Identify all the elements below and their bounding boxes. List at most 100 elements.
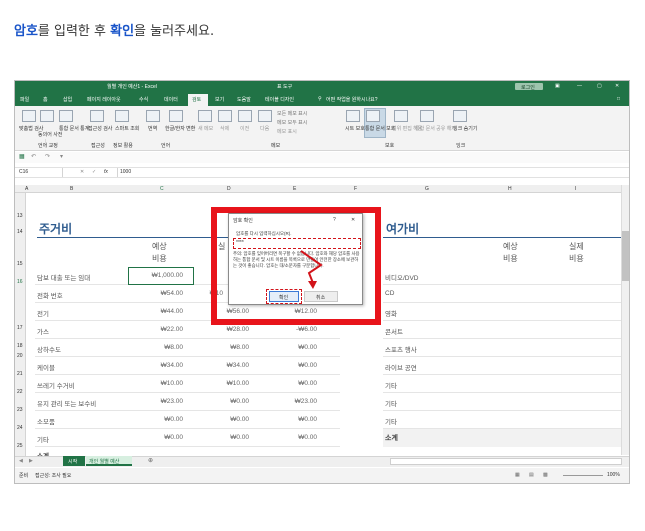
col-header-f[interactable]: F [354, 186, 357, 192]
table-row[interactable]: 쓰레기 수거비 ₩10.00 ₩10.00 ₩0.00 [35, 375, 340, 393]
add-sheet-icon[interactable]: ⊕ [148, 457, 153, 464]
sheet-tab-start[interactable]: 시작 [63, 456, 85, 466]
list-item[interactable]: 비디오/DVD [383, 267, 629, 285]
comments-icon[interactable]: □ [617, 96, 620, 102]
row-24[interactable]: 24 [17, 425, 23, 431]
delete-comment-icon[interactable] [218, 110, 232, 122]
page-layout-view-icon[interactable]: ▤ [529, 472, 534, 478]
undo-icon[interactable]: ↶ [31, 153, 36, 160]
list-item[interactable]: CD [383, 285, 629, 303]
tab-insert[interactable]: 삽입 [63, 96, 72, 103]
row-22[interactable]: 22 [17, 389, 23, 395]
close-window-icon[interactable]: ✕ [615, 83, 619, 89]
col-header-a[interactable]: A [25, 186, 28, 192]
cancel-button[interactable]: 취소 [304, 291, 338, 302]
normal-view-icon[interactable]: ▦ [515, 472, 520, 478]
redo-icon[interactable]: ↷ [45, 153, 50, 160]
row-17[interactable]: 17 [17, 325, 23, 331]
list-item[interactable]: 영화 [383, 303, 629, 321]
workbook-stats-icon[interactable] [59, 110, 73, 122]
tab-review-active[interactable]: 검토 [188, 94, 208, 106]
list-item[interactable]: 기타 [383, 393, 629, 411]
tell-me-box[interactable]: 어떤 작업을 원하시나요? [326, 96, 378, 103]
col-header-i[interactable]: I [575, 186, 576, 192]
vertical-scrollbar-thumb[interactable] [622, 231, 629, 281]
tab-formulas[interactable]: 수식 [139, 96, 148, 103]
row-13[interactable]: 13 [17, 213, 23, 219]
table-row[interactable]: 기타 ₩0.00 ₩0.00 ₩0.00 [35, 429, 340, 447]
vertical-scrollbar[interactable] [621, 185, 629, 455]
tab-home[interactable]: 홈 [43, 96, 48, 103]
minimize-icon[interactable]: — [577, 83, 582, 89]
sheet-nav-left-icon[interactable]: ◀ [19, 458, 23, 464]
tab-data[interactable]: 데이터 [164, 96, 178, 103]
show-comments-option[interactable]: 메모 모두 표시 [277, 119, 307, 126]
hangul-hanja-icon[interactable] [169, 110, 183, 122]
list-item[interactable]: 라이브 공연 [383, 357, 629, 375]
row-20[interactable]: 20 [17, 353, 23, 359]
save-icon[interactable]: ▦ [19, 153, 25, 160]
row-21[interactable]: 21 [17, 371, 23, 377]
translate-icon[interactable] [146, 110, 160, 122]
expected-value: ₩0.00 [164, 416, 183, 423]
sheet-nav-right-icon[interactable]: ▶ [29, 458, 33, 464]
show-all-comments-option[interactable]: 모든 메모 표시 [277, 110, 307, 117]
tab-table-design[interactable]: 테이블 디자인 [265, 96, 294, 103]
login-button[interactable]: 로그인 [515, 83, 543, 91]
col-header-h[interactable]: H [508, 186, 512, 192]
thesaurus-icon[interactable] [40, 110, 54, 122]
sheet-tab-budget[interactable]: 개인 월별 예산 [86, 456, 132, 466]
unshare-workbook-icon[interactable] [420, 110, 434, 122]
dialog-help-icon[interactable]: ? [333, 217, 336, 223]
col-header-d[interactable]: D [227, 186, 231, 192]
ribbon-display-icon[interactable]: ▣ [555, 83, 560, 89]
hide-ink-icon[interactable] [453, 110, 467, 122]
col-header-b[interactable]: B [70, 186, 73, 192]
zoom-slider[interactable] [563, 475, 603, 476]
row-14[interactable]: 14 [17, 229, 23, 235]
row-16[interactable]: 16 [17, 279, 23, 285]
new-comment-icon[interactable] [198, 110, 212, 122]
row-25[interactable]: 25 [17, 443, 23, 449]
table-row[interactable]: 유지 관리 또는 보수비 ₩23.00 ₩0.00 ₩23.00 [35, 393, 340, 411]
password-input[interactable]: **** [233, 238, 361, 249]
fx-icon[interactable]: fx [104, 169, 108, 175]
formula-value[interactable]: 1000 [120, 169, 131, 175]
tab-file[interactable]: 파일 [20, 96, 29, 103]
maximize-icon[interactable]: ▢ [597, 83, 602, 89]
next-comment-icon[interactable] [258, 110, 272, 122]
allow-edit-ranges-icon[interactable] [394, 110, 408, 122]
list-item[interactable]: 기타 [383, 375, 629, 393]
name-box[interactable]: C16 [17, 168, 63, 177]
table-row[interactable]: 케이블 ₩34.00 ₩34.00 ₩0.00 [35, 357, 340, 375]
col-header-g[interactable]: G [425, 186, 429, 192]
diff-value: ₩0.00 [298, 434, 317, 441]
spelling-check-icon[interactable] [22, 110, 36, 122]
row-23[interactable]: 23 [17, 407, 23, 413]
list-item[interactable]: 스포츠 행사 [383, 339, 629, 357]
status-accessibility[interactable]: 접근성: 조사 필요 [35, 472, 71, 479]
tab-page-layout[interactable]: 페이지 레이아웃 [87, 96, 121, 103]
table-row[interactable]: 소모품 ₩0.00 ₩0.00 ₩0.00 [35, 411, 340, 429]
col-header-c[interactable]: C [160, 186, 164, 192]
col-header-e[interactable]: E [293, 186, 296, 192]
smart-lookup-icon[interactable] [115, 110, 129, 122]
list-item[interactable]: 콘서트 [383, 321, 629, 339]
accessibility-check-icon[interactable] [90, 110, 104, 122]
cancel-entry-icon[interactable]: ✕ [80, 169, 84, 175]
protect-sheet-icon[interactable] [346, 110, 360, 122]
table-row[interactable]: 상하수도 ₩8.00 ₩8.00 ₩0.00 [35, 339, 340, 357]
ok-button[interactable]: 확인 [269, 291, 299, 302]
dialog-close-icon[interactable]: ✕ [351, 217, 355, 223]
row-18[interactable]: 18 [17, 343, 23, 349]
zoom-level[interactable]: 100% [607, 472, 620, 478]
row-15[interactable]: 15 [17, 261, 23, 267]
confirm-entry-icon[interactable]: ✓ [92, 169, 96, 175]
previous-comment-icon[interactable] [238, 110, 252, 122]
list-item[interactable]: 기타 [383, 411, 629, 429]
tab-view[interactable]: 보기 [215, 96, 224, 103]
horizontal-scrollbar[interactable] [390, 458, 622, 465]
page-break-view-icon[interactable]: ▩ [543, 472, 548, 478]
tab-help[interactable]: 도움말 [237, 96, 251, 103]
customize-icon[interactable]: ▾ [60, 153, 63, 160]
